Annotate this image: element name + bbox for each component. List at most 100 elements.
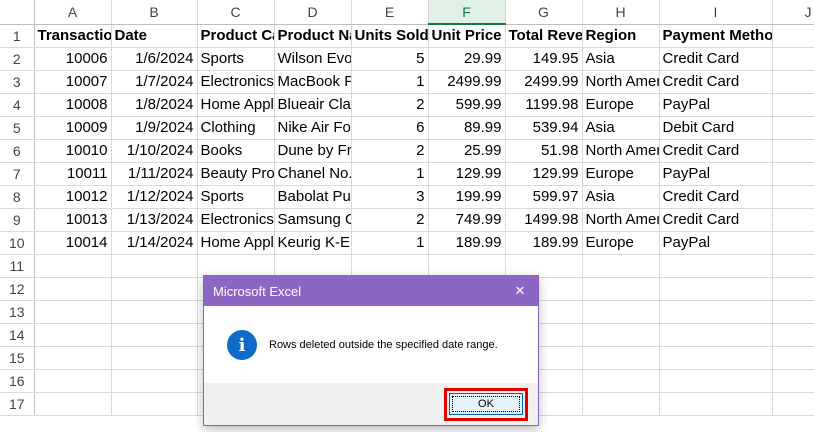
cell[interactable]: 749.99 (428, 208, 506, 232)
cell[interactable]: 1/10/2024 (111, 139, 198, 163)
cell[interactable]: 1499.98 (505, 208, 583, 232)
cell[interactable]: Books (197, 139, 275, 163)
cell[interactable]: 129.99 (505, 162, 583, 186)
cell[interactable] (659, 254, 773, 278)
cell[interactable]: Sports (197, 47, 275, 71)
row-header[interactable]: 3 (0, 70, 35, 94)
cell[interactable]: 199.99 (428, 185, 506, 209)
cell[interactable]: Electronics (197, 70, 275, 94)
row-header[interactable]: 14 (0, 323, 35, 347)
column-header-g[interactable]: G (505, 0, 583, 25)
header-cell[interactable]: Region (582, 24, 660, 48)
row-header[interactable]: 7 (0, 162, 35, 186)
cell[interactable] (111, 300, 198, 324)
cell[interactable] (582, 369, 660, 393)
row-header[interactable]: 10 (0, 231, 35, 255)
cell[interactable]: Credit Card (659, 70, 773, 94)
cell[interactable]: PayPal (659, 231, 773, 255)
column-header-j[interactable]: J (772, 0, 814, 25)
cell[interactable] (772, 277, 814, 301)
cell[interactable]: 89.99 (428, 116, 506, 140)
cell[interactable]: Asia (582, 185, 660, 209)
row-header[interactable]: 1 (0, 24, 35, 48)
cell[interactable]: 1 (351, 70, 429, 94)
cell[interactable]: Europe (582, 162, 660, 186)
cell[interactable]: 10010 (34, 139, 112, 163)
cell[interactable] (659, 369, 773, 393)
header-cell[interactable] (772, 24, 814, 48)
row-header[interactable]: 12 (0, 277, 35, 301)
cell[interactable]: 51.98 (505, 139, 583, 163)
header-cell[interactable]: Unit Price (428, 24, 506, 48)
ok-button[interactable]: OK (449, 393, 523, 415)
row-header[interactable]: 13 (0, 300, 35, 324)
cell[interactable]: North America (582, 208, 660, 232)
cell[interactable]: 1199.98 (505, 93, 583, 117)
cell[interactable]: Credit Card (659, 139, 773, 163)
cell[interactable]: Asia (582, 116, 660, 140)
cell[interactable]: Sports (197, 185, 275, 209)
cell[interactable]: Credit Card (659, 47, 773, 71)
cell[interactable]: North America (582, 139, 660, 163)
cell[interactable] (34, 277, 112, 301)
header-cell[interactable]: Payment Method (659, 24, 773, 48)
row-header[interactable]: 9 (0, 208, 35, 232)
cell[interactable] (582, 254, 660, 278)
cell[interactable]: 1/13/2024 (111, 208, 198, 232)
cell[interactable] (772, 369, 814, 393)
row-header[interactable]: 6 (0, 139, 35, 163)
row-header[interactable]: 5 (0, 116, 35, 140)
cell[interactable]: 3 (351, 185, 429, 209)
column-header-f[interactable]: F (428, 0, 506, 25)
column-header-d[interactable]: D (274, 0, 352, 25)
row-header[interactable]: 11 (0, 254, 35, 278)
cell[interactable]: PayPal (659, 162, 773, 186)
cell[interactable]: 1/6/2024 (111, 47, 198, 71)
cell[interactable] (34, 254, 112, 278)
cell[interactable]: 2 (351, 93, 429, 117)
cell[interactable] (582, 346, 660, 370)
cell[interactable]: 29.99 (428, 47, 506, 71)
column-header-b[interactable]: B (111, 0, 198, 25)
cell[interactable]: Debit Card (659, 116, 773, 140)
cell[interactable] (772, 254, 814, 278)
cell[interactable]: 1/12/2024 (111, 185, 198, 209)
cell[interactable]: Samsung Galaxy (274, 208, 352, 232)
cell[interactable] (772, 392, 814, 416)
header-cell[interactable]: Product Category (197, 24, 275, 48)
cell[interactable]: Home Appliances (197, 93, 275, 117)
cell[interactable]: 599.97 (505, 185, 583, 209)
cell[interactable]: Home Appliances (197, 231, 275, 255)
cell[interactable]: Europe (582, 93, 660, 117)
cell[interactable] (111, 254, 198, 278)
cell[interactable] (582, 300, 660, 324)
cell[interactable] (274, 254, 352, 278)
row-header[interactable]: 16 (0, 369, 35, 393)
cell[interactable]: 6 (351, 116, 429, 140)
cell[interactable] (772, 323, 814, 347)
cell[interactable] (659, 346, 773, 370)
cell[interactable]: Europe (582, 231, 660, 255)
column-header-c[interactable]: C (197, 0, 275, 25)
cell[interactable] (659, 300, 773, 324)
column-header-i[interactable]: I (659, 0, 773, 25)
cell[interactable]: 539.94 (505, 116, 583, 140)
cell[interactable] (505, 254, 583, 278)
row-header[interactable]: 4 (0, 93, 35, 117)
cell[interactable]: 10008 (34, 93, 112, 117)
row-header[interactable]: 8 (0, 185, 35, 209)
header-cell[interactable]: Date (111, 24, 198, 48)
header-cell[interactable]: Total Revenue (505, 24, 583, 48)
cell[interactable] (772, 185, 814, 209)
column-header-h[interactable]: H (582, 0, 660, 25)
cell[interactable]: 10011 (34, 162, 112, 186)
cell[interactable] (111, 346, 198, 370)
cell[interactable]: 1/8/2024 (111, 93, 198, 117)
cell[interactable] (772, 162, 814, 186)
cell[interactable]: 25.99 (428, 139, 506, 163)
cell[interactable]: 1/7/2024 (111, 70, 198, 94)
cell[interactable]: 2499.99 (428, 70, 506, 94)
cell[interactable]: Electronics (197, 208, 275, 232)
cell[interactable] (582, 277, 660, 301)
cell[interactable]: 10013 (34, 208, 112, 232)
